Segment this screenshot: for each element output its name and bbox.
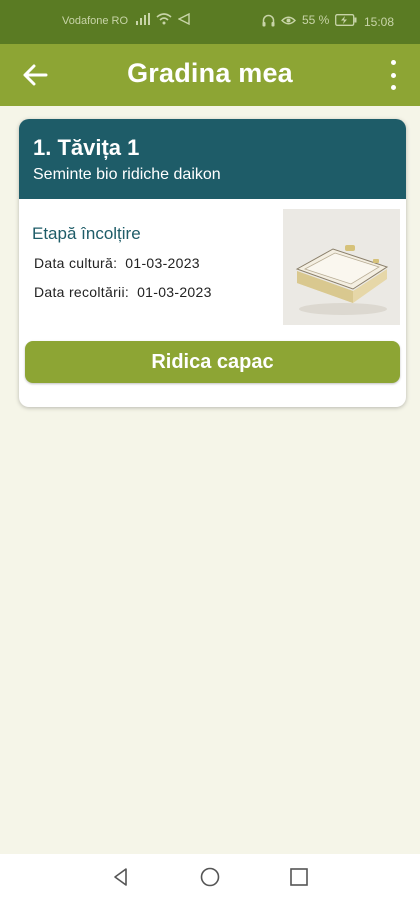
system-nav-bar (0, 854, 420, 900)
more-vertical-icon-dot (390, 72, 396, 78)
eye-icon (281, 16, 296, 24)
tray-subtitle: Seminte bio ridiche daikon (33, 166, 221, 183)
tray-image (283, 209, 400, 325)
harvest-date-label: Data recoltării: (34, 284, 130, 300)
harvest-date-value: 01-03-2023 (137, 284, 212, 300)
more-options-button[interactable] (386, 60, 400, 90)
battery-icon (335, 14, 357, 26)
more-vertical-icon-dot (390, 85, 396, 90)
more-vertical-icon (390, 60, 396, 65)
harvest-date-row: Data recoltării: 01-03-2023 (34, 284, 212, 300)
app-bar: Gradina mea (0, 44, 420, 106)
signal-icon (136, 13, 150, 25)
growth-stage: Etapă încolțire (32, 224, 141, 243)
headphones-icon (262, 14, 275, 26)
square-recent-icon[interactable] (288, 866, 310, 888)
clock: 15:08 (364, 15, 395, 29)
lift-lid-button[interactable]: Ridica capac (25, 341, 400, 383)
status-icons-left (136, 13, 190, 25)
wifi-icon (156, 13, 172, 25)
tray-card[interactable]: 1. Tăvița 1 Seminte bio ridiche daikon E… (19, 119, 406, 407)
page-title: Gradina mea (127, 58, 293, 88)
tray-title: 1. Tăvița 1 (33, 135, 140, 160)
battery-percent: 55 % (302, 13, 330, 27)
status-bar: Vodafone RO 55 % 15:08 (0, 0, 420, 44)
culture-date-label: Data cultură: (34, 255, 118, 271)
culture-date-row: Data cultură: 01-03-2023 (34, 255, 200, 271)
circle-home-icon[interactable] (199, 866, 221, 888)
tray-illustration (283, 209, 400, 325)
location-send-icon (178, 13, 190, 25)
tray-card-header: 1. Tăvița 1 Seminte bio ridiche daikon (19, 119, 406, 199)
carrier-name: Vodafone RO (62, 15, 129, 27)
status-icons-right: 55 % (262, 13, 357, 27)
triangle-back-icon[interactable] (110, 866, 132, 888)
culture-date-value: 01-03-2023 (125, 255, 200, 271)
